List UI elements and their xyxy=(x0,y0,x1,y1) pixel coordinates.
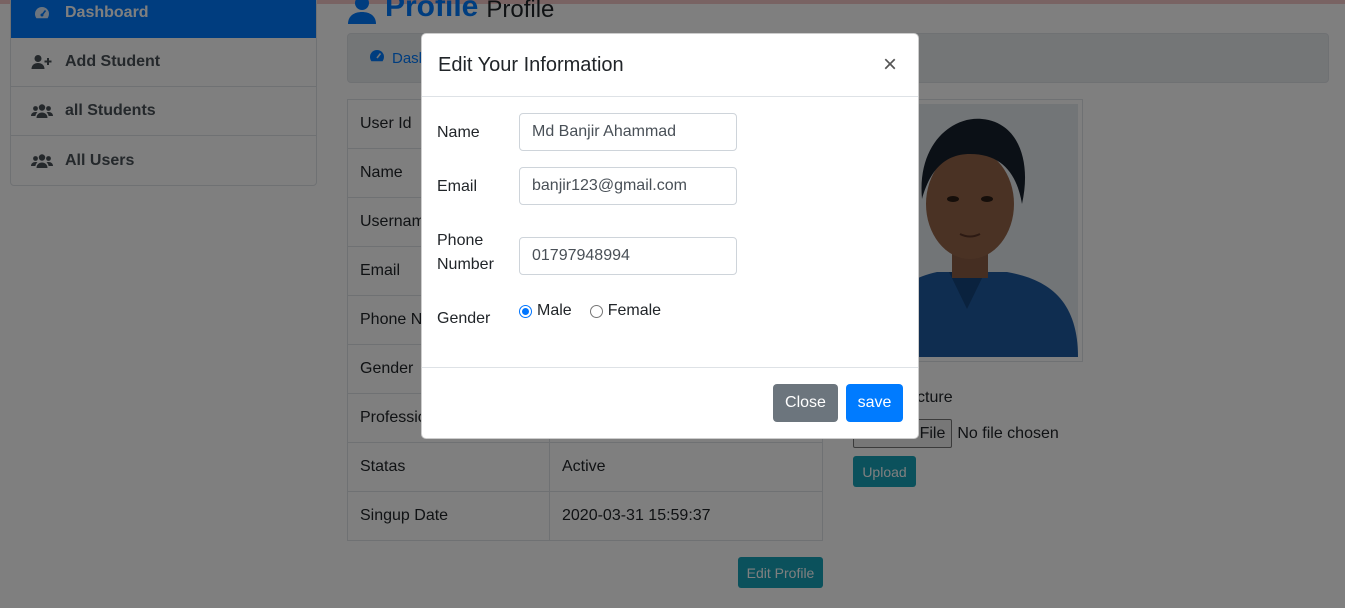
modal-title: Edit Your Information xyxy=(438,53,624,76)
radio-male[interactable] xyxy=(519,304,532,318)
phone-label-line1: Phone xyxy=(437,232,484,249)
gender-option-male[interactable]: Male xyxy=(519,302,572,320)
edit-info-modal: Edit Your Information × Name Email Phone… xyxy=(421,33,919,439)
modal-header: Edit Your Information × xyxy=(422,34,918,97)
phone-field[interactable] xyxy=(519,237,737,275)
modal-footer: Close save xyxy=(422,367,918,438)
close-icon[interactable]: × xyxy=(878,53,902,77)
close-button[interactable]: Close xyxy=(773,384,838,422)
modal-body: Name Email Phone Number Gender Male Fema… xyxy=(422,97,918,369)
radio-female-label: Female xyxy=(607,302,662,319)
email-label: Email xyxy=(437,178,478,195)
name-field[interactable] xyxy=(519,113,737,151)
email-field[interactable] xyxy=(519,167,737,205)
gender-option-female[interactable]: Female xyxy=(589,302,662,320)
name-label: Name xyxy=(437,124,480,141)
phone-label-line2: Number xyxy=(437,256,494,273)
radio-male-label: Male xyxy=(537,302,572,319)
gender-label: Gender xyxy=(437,310,491,327)
save-button[interactable]: save xyxy=(846,384,903,422)
gender-radio-group: Male Female xyxy=(519,302,661,320)
radio-female[interactable] xyxy=(589,304,603,318)
